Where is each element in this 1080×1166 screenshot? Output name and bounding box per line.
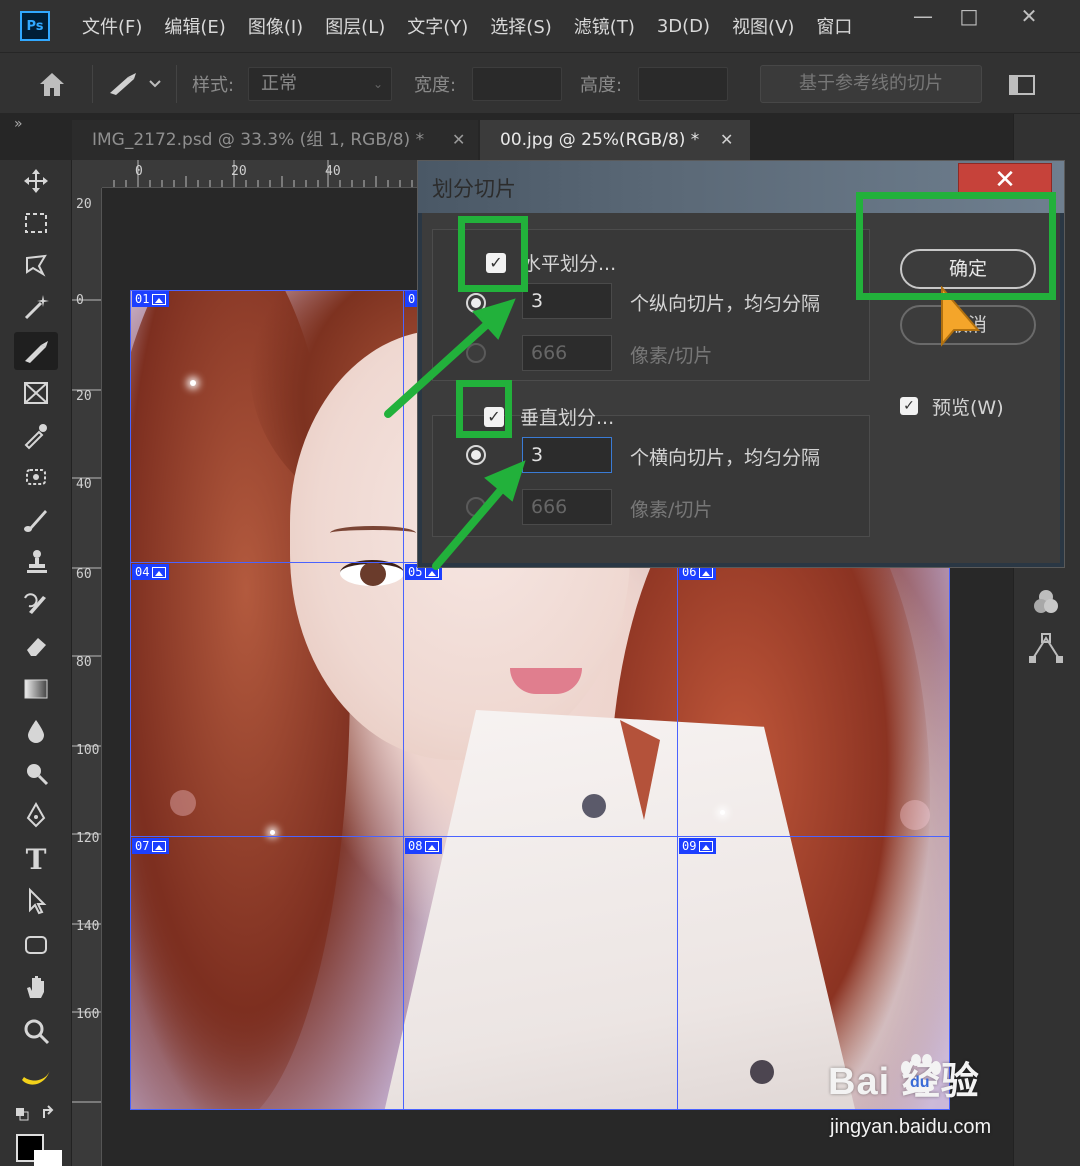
baidu-jingyan-watermark: Bai 经验 du jingyan.baidu.com [828,1050,1078,1150]
watermark-du: du [910,1074,930,1091]
watermark-url: jingyan.baidu.com [830,1116,992,1138]
baidu-paw-logo: du [896,1054,944,1094]
annotation-arrows [384,298,526,570]
